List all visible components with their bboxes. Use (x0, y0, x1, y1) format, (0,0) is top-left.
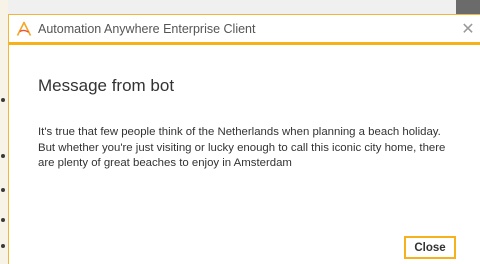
close-icon[interactable]: ✕ (459, 20, 477, 38)
screen: Automation Anywhere Enterprise Client ✕ … (0, 0, 480, 264)
message-heading: Message from bot (38, 76, 175, 95)
dialog-titlebar[interactable]: Automation Anywhere Enterprise Client ✕ (9, 15, 480, 45)
dialog-title: Automation Anywhere Enterprise Client (38, 21, 256, 36)
background-window-edge (0, 0, 8, 264)
dialog-content: Message from bot It's true that few peop… (9, 45, 480, 264)
close-button[interactable]: Close (404, 236, 456, 259)
message-body: It's true that few people think of the N… (38, 126, 446, 169)
message-dialog: Automation Anywhere Enterprise Client ✕ … (8, 14, 480, 264)
automation-anywhere-logo-icon (16, 21, 32, 36)
